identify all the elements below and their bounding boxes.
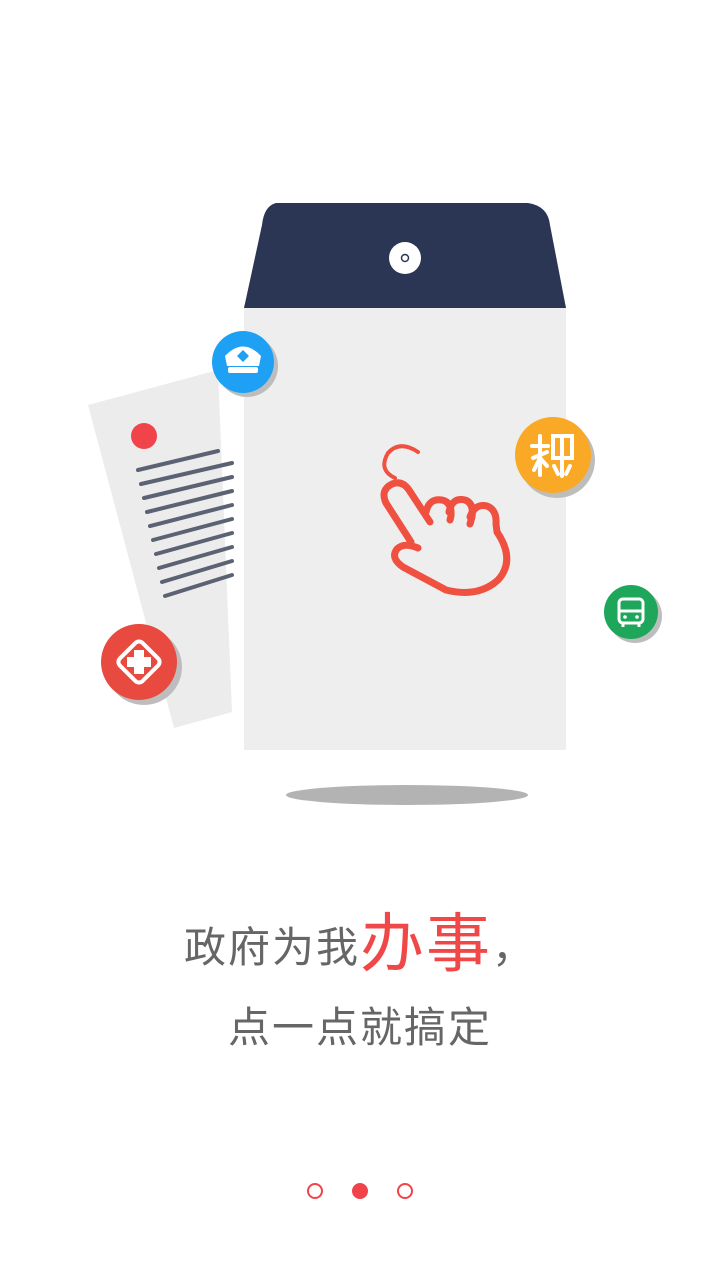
headline-accent: 办事: [360, 908, 492, 982]
envelope: [244, 203, 566, 750]
page-dot-1[interactable]: [307, 1183, 323, 1199]
headline-line-2: 点一点就搞定: [227, 1003, 492, 1052]
page-indicator: [0, 1183, 720, 1203]
headline-comma: ，: [492, 923, 537, 972]
bus-icon: [604, 585, 662, 643]
headline-part-1: 政府为我: [183, 923, 360, 972]
onboarding-illustration: [88, 203, 662, 805]
floor-shadow: [286, 785, 528, 805]
page-dot-3[interactable]: [397, 1183, 413, 1199]
envelope-button: [389, 242, 421, 274]
headline-line-1: 政府为我办事，: [0, 905, 720, 988]
page-dot-2-active[interactable]: [352, 1183, 368, 1199]
document-pin: [131, 423, 157, 449]
